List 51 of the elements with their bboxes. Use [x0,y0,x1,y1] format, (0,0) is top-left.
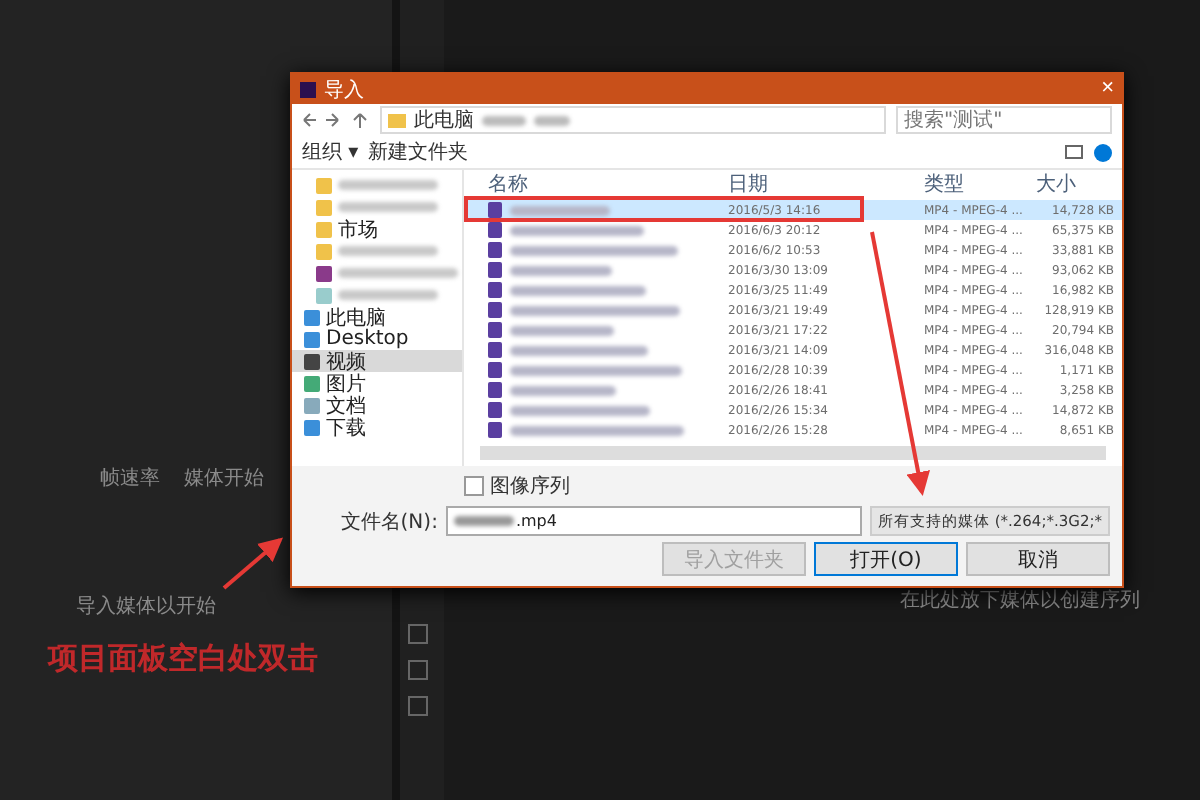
blurred-text [482,115,526,125]
sidebar-item[interactable]: 市场 [292,218,462,240]
blurred-text [338,246,438,256]
sidebar-item[interactable]: 文档 [292,394,462,416]
new-folder-button[interactable]: 新建文件夹 [368,138,469,166]
blurred-text [510,205,610,215]
sidebar-item[interactable]: 此电脑 [292,306,462,328]
help-icon[interactable] [1094,143,1112,161]
checkbox-label: 图像序列 [490,473,570,500]
sidebar-item[interactable]: Desktop [292,328,462,350]
annotation-text: 项目面板空白处双击 [48,640,318,678]
blurred-text [338,268,458,278]
blurred-text [510,325,614,335]
navigation-arrows-icon[interactable] [302,112,370,128]
import-hint: 导入媒体以开始 [74,593,218,620]
address-bar[interactable]: 此电脑 [380,106,886,134]
column-header[interactable]: 大小 [1036,170,1114,198]
dialog-button[interactable]: 打开(O) [814,542,958,576]
organize-button[interactable]: 组织 ▾ [302,138,359,166]
drop-hint: 在此处放下媒体以创建序列 [900,587,1140,614]
blurred-text [338,202,438,212]
column-header[interactable]: 名称 [488,170,728,198]
arrow [222,537,284,590]
column-header[interactable]: 类型 [924,170,1036,198]
search-field[interactable]: 搜索"测试" [896,106,1112,134]
blurred-text [510,385,616,395]
blurred-text [510,345,648,355]
sidebar-item[interactable]: 视频 [292,350,462,372]
filename-label: 文件名(N): [340,509,438,535]
blurred-text [510,285,646,295]
blurred-text [534,115,570,125]
dialog-button[interactable]: 取消 [966,542,1110,576]
horizontal-scrollbar[interactable] [480,446,1106,460]
blurred-text [510,265,612,275]
sidebar-item[interactable]: 下载 [292,416,462,438]
column-header[interactable]: 帧速率 [100,464,160,492]
sidebar-item[interactable]: 图片 [292,372,462,394]
view-icon[interactable] [1064,144,1084,160]
close-button[interactable]: × [1101,78,1114,100]
checkbox[interactable] [464,476,484,496]
window-title: 导入 [324,77,366,103]
folder-icon [388,113,406,127]
blurred-text [338,180,438,190]
blurred-text [510,405,650,415]
column-header[interactable]: 媒体开始 [184,464,264,492]
column-header[interactable]: 日期 [728,170,868,198]
blurred-text [510,225,644,235]
blurred-text [338,290,438,300]
breadcrumb[interactable]: 此电脑 [414,106,474,134]
blurred-text [453,516,514,526]
filename-field[interactable]: .mp4 [445,506,862,536]
